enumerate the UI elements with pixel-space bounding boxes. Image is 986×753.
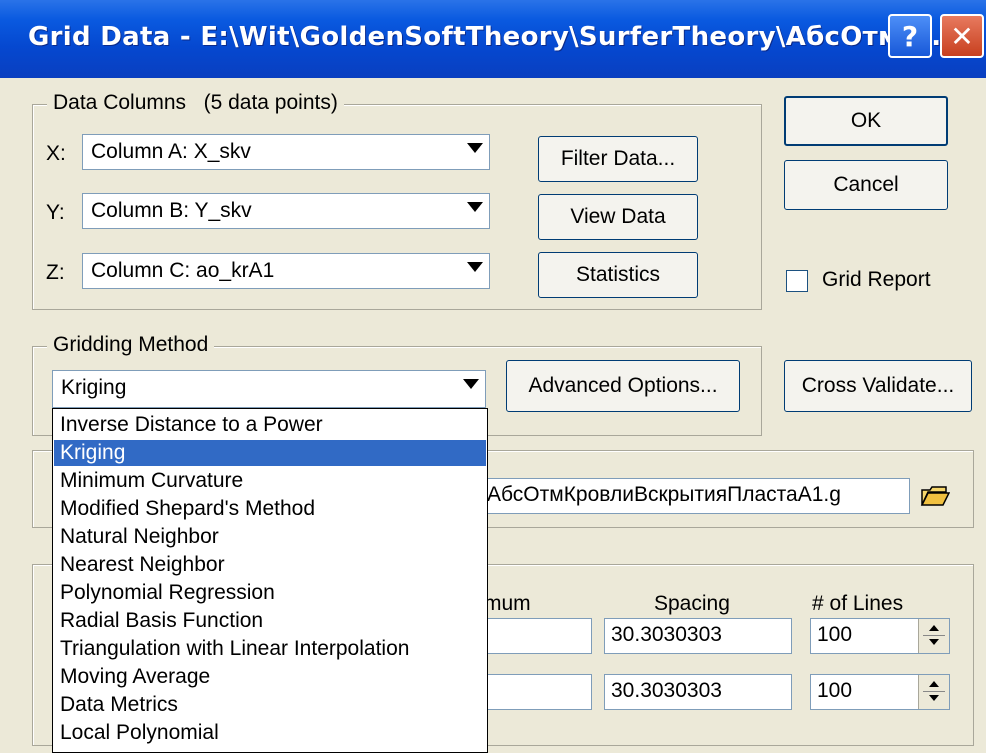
spacing-header: Spacing <box>654 592 730 615</box>
y-lines-value: 100 <box>817 679 853 702</box>
view-data-button[interactable]: View Data <box>538 194 698 240</box>
option-moving-average[interactable]: Moving Average <box>54 664 486 690</box>
y-label: Y: <box>46 201 65 224</box>
option-radial-basis[interactable]: Radial Basis Function <box>54 608 486 634</box>
advanced-options-button[interactable]: Advanced Options... <box>506 360 740 412</box>
cancel-button[interactable]: Cancel <box>784 160 948 210</box>
chevron-down-icon[interactable] <box>467 143 483 153</box>
x-lines-value: 100 <box>817 623 853 646</box>
statistics-button[interactable]: Statistics <box>538 252 698 298</box>
option-kriging[interactable]: Kriging <box>54 440 486 466</box>
gridding-method-value: Kriging <box>61 376 127 399</box>
folder-open-icon[interactable] <box>920 484 950 508</box>
option-modified-shepard[interactable]: Modified Shepard's Method <box>54 496 486 522</box>
data-columns-title: Data Columns (5 data points) <box>47 91 344 115</box>
window-title: Grid Data - E:\Wit\GoldenSoftTheory\Surf… <box>28 22 952 52</box>
z-column-value: Column C: ao_krA1 <box>91 259 275 282</box>
spin-divider <box>923 635 945 636</box>
close-button[interactable]: ✕ <box>940 14 984 58</box>
x-lines-spinner[interactable] <box>918 619 949 653</box>
chevron-down-icon[interactable] <box>467 262 483 272</box>
x-column-select[interactable]: Column A: X_skv <box>82 134 490 170</box>
y-column-select[interactable]: Column B: Y_skv <box>82 193 490 229</box>
x-spacing-field[interactable]: 30.3030303 <box>604 618 792 654</box>
spin-down-icon[interactable] <box>929 639 939 645</box>
option-triangulation[interactable]: Triangulation with Linear Interpolation <box>54 636 486 662</box>
grid-report-checkbox[interactable] <box>786 270 808 292</box>
output-file-field[interactable]: АбсОтмКровлиВскрытияПластаА1.g <box>480 478 910 514</box>
option-data-metrics[interactable]: Data Metrics <box>54 692 486 718</box>
y-lines-field[interactable]: 100 <box>810 674 950 710</box>
gridding-method-dropdown[interactable]: Inverse Distance to a Power Kriging Mini… <box>52 408 488 753</box>
option-nearest-neighbor[interactable]: Nearest Neighbor <box>54 552 486 578</box>
grid-report-label[interactable]: Grid Report <box>822 268 931 292</box>
gridding-method-select[interactable]: Kriging <box>52 370 486 408</box>
option-natural-neighbor[interactable]: Natural Neighbor <box>54 524 486 550</box>
x-lines-field[interactable]: 100 <box>810 618 950 654</box>
lines-header: # of Lines <box>812 592 904 615</box>
chevron-down-icon[interactable] <box>463 379 479 389</box>
spin-up-icon[interactable] <box>929 625 939 631</box>
option-inverse-distance[interactable]: Inverse Distance to a Power <box>54 412 486 438</box>
option-local-polynomial[interactable]: Local Polynomial <box>54 720 486 746</box>
spin-divider <box>923 691 945 692</box>
help-button[interactable]: ? <box>888 14 932 58</box>
z-column-select[interactable]: Column C: ao_krA1 <box>82 253 490 289</box>
y-lines-spinner[interactable] <box>918 675 949 709</box>
spin-down-icon[interactable] <box>929 695 939 701</box>
grid-data-dialog: Grid Data - E:\Wit\GoldenSoftTheory\Surf… <box>0 0 986 753</box>
option-minimum-curvature[interactable]: Minimum Curvature <box>54 468 486 494</box>
cross-validate-button[interactable]: Cross Validate... <box>784 360 972 412</box>
chevron-down-icon[interactable] <box>467 202 483 212</box>
question-icon: ? <box>901 19 919 53</box>
y-maximum-field[interactable] <box>480 674 592 710</box>
maximum-header: mum <box>484 592 531 615</box>
spin-up-icon[interactable] <box>929 681 939 687</box>
close-icon: ✕ <box>950 19 974 53</box>
ok-button[interactable]: OK <box>784 96 948 146</box>
filter-data-button[interactable]: Filter Data... <box>538 136 698 182</box>
title-bar[interactable]: Grid Data - E:\Wit\GoldenSoftTheory\Surf… <box>0 0 986 78</box>
y-column-value: Column B: Y_skv <box>91 199 252 222</box>
option-polynomial-regression[interactable]: Polynomial Regression <box>54 580 486 606</box>
y-spacing-field[interactable]: 30.3030303 <box>604 674 792 710</box>
x-label: X: <box>46 142 66 165</box>
x-maximum-field[interactable] <box>480 618 592 654</box>
x-column-value: Column A: X_skv <box>91 140 251 163</box>
z-label: Z: <box>46 261 65 284</box>
gridding-method-title: Gridding Method <box>47 333 215 357</box>
